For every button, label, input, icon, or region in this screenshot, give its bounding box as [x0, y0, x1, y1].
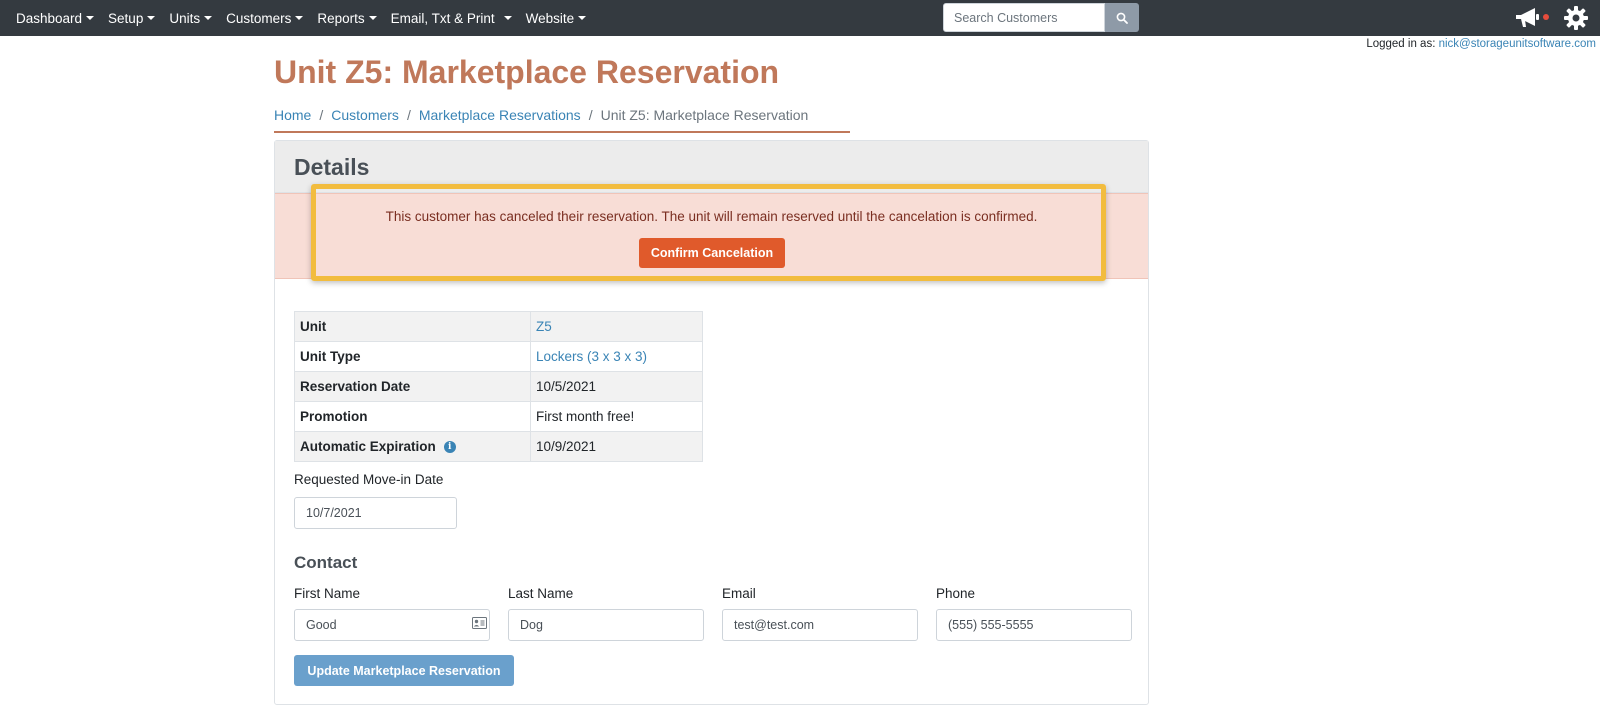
first-name-label: First Name — [294, 586, 361, 601]
table-row: Automatic Expiration i 10/9/2021 — [294, 431, 703, 462]
confirm-cancelation-button[interactable]: Confirm Cancelation — [639, 238, 785, 268]
breadcrumb-home[interactable]: Home — [274, 107, 311, 123]
row-label-promotion: Promotion — [294, 401, 531, 432]
table-row: Promotion First month free! — [294, 401, 703, 432]
unit-link[interactable]: Z5 — [536, 319, 552, 334]
contact-heading: Contact — [294, 553, 358, 572]
move-in-date-input[interactable] — [294, 497, 457, 529]
details-heading: Details — [294, 154, 370, 180]
user-email-link[interactable]: nick@storageunitsoftware.com — [1439, 38, 1596, 50]
breadcrumb: Home / Customers / Marketplace Reservati… — [274, 107, 850, 133]
email-input[interactable] — [722, 609, 918, 641]
search-icon — [1116, 12, 1128, 24]
row-value-unit-type: Lockers (3 x 3 x 3) — [530, 341, 703, 372]
move-in-date-label: Requested Move-in Date — [294, 472, 444, 487]
breadcrumb-marketplace-reservations[interactable]: Marketplace Reservations — [419, 107, 581, 123]
nav-website-label: Website — [525, 10, 575, 26]
nav-setup-label: Setup — [108, 10, 144, 26]
page-title: Unit Z5: Marketplace Reservation — [274, 54, 780, 90]
table-row: Reservation Date 10/5/2021 — [294, 371, 703, 402]
cancellation-alert-text: This customer has canceled their reserva… — [385, 209, 1038, 224]
caret-down-icon — [368, 16, 377, 20]
breadcrumb-customers[interactable]: Customers — [331, 107, 399, 123]
customer-search — [943, 3, 1139, 32]
nav-reports[interactable]: Reports — [310, 11, 383, 26]
caret-down-icon — [86, 16, 95, 20]
row-label-automatic-expiration: Automatic Expiration — [300, 439, 436, 454]
megaphone-icon[interactable] — [1513, 5, 1543, 31]
update-marketplace-reservation-button[interactable]: Update Marketplace Reservation — [294, 655, 514, 686]
details-card-header: Details — [275, 141, 1148, 193]
row-label-unit-type: Unit Type — [294, 341, 531, 372]
logged-in-label: Logged in as: — [1366, 38, 1436, 50]
row-label-unit: Unit — [294, 311, 531, 342]
row-label-reservation-date: Reservation Date — [294, 371, 531, 402]
nav-reports-label: Reports — [317, 10, 365, 26]
nav-customers-label: Customers — [226, 10, 292, 26]
first-name-input[interactable] — [294, 609, 490, 641]
unit-type-link[interactable]: Lockers (3 x 3 x 3) — [536, 349, 647, 364]
details-card: Details This customer has canceled their… — [274, 140, 1149, 705]
nav-dashboard[interactable]: Dashboard — [9, 11, 101, 26]
row-value-automatic-expiration: 10/9/2021 — [530, 431, 703, 462]
reservation-details-table: Unit Z5 Unit Type Lockers (3 x 3 x 3) Re… — [294, 311, 703, 462]
logged-in-info: Logged in as: nick@storageunitsoftware.c… — [1366, 38, 1596, 50]
nav-units[interactable]: Units — [162, 11, 219, 26]
nav-email-txt-print-label: Email, Txt & Print — [390, 10, 495, 26]
search-button[interactable] — [1105, 3, 1139, 32]
nav-setup[interactable]: Setup — [101, 11, 162, 26]
nav-dashboard-label: Dashboard — [16, 10, 83, 26]
nav-email-txt-print[interactable]: Email, Txt & Print — [384, 11, 519, 26]
last-name-input[interactable] — [508, 609, 704, 641]
gear-icon[interactable] — [1563, 5, 1589, 31]
breadcrumb-separator: / — [588, 107, 593, 123]
table-row: Unit Type Lockers (3 x 3 x 3) — [294, 341, 703, 372]
phone-label: Phone — [936, 586, 976, 601]
nav-units-label: Units — [169, 10, 201, 26]
info-icon[interactable]: i — [443, 441, 456, 454]
caret-down-icon — [503, 16, 512, 20]
search-customers-input[interactable] — [943, 3, 1105, 32]
breadcrumb-separator: / — [319, 107, 324, 123]
caret-down-icon — [295, 16, 304, 20]
nav-website[interactable]: Website — [519, 11, 594, 26]
breadcrumb-current: Unit Z5: Marketplace Reservation — [600, 107, 809, 123]
notification-dot — [1543, 14, 1549, 20]
nav-customers[interactable]: Customers — [219, 11, 310, 26]
row-value-unit: Z5 — [530, 311, 703, 342]
breadcrumb-separator: / — [406, 107, 411, 123]
email-label: Email — [722, 586, 756, 601]
contact-card-icon[interactable] — [472, 617, 487, 629]
table-row: Unit Z5 — [294, 311, 703, 342]
caret-down-icon — [147, 16, 156, 20]
main-menu: Dashboard Setup Units Customers Reports … — [9, 0, 593, 36]
phone-input[interactable] — [936, 609, 1132, 641]
row-label-automatic-expiration-cell: Automatic Expiration i — [294, 431, 531, 462]
top-navbar: Dashboard Setup Units Customers Reports … — [0, 0, 1600, 36]
caret-down-icon — [578, 16, 587, 20]
cancellation-alert: This customer has canceled their reserva… — [275, 193, 1148, 279]
last-name-label: Last Name — [508, 586, 574, 601]
row-value-promotion: First month free! — [530, 401, 703, 432]
caret-down-icon — [204, 16, 213, 20]
row-value-reservation-date: 10/5/2021 — [530, 371, 703, 402]
